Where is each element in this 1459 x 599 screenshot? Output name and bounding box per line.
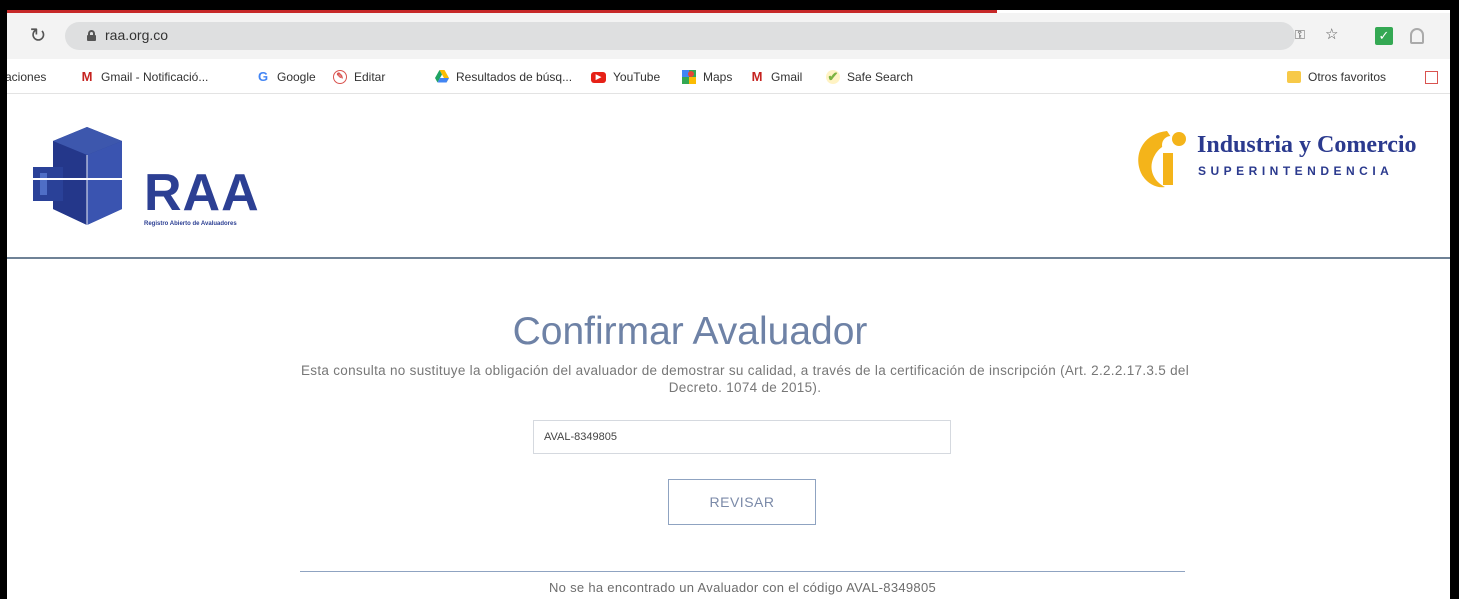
bookmark-youtube[interactable]: ▶ YouTube bbox=[591, 68, 660, 86]
extension-check-icon[interactable]: ✓ bbox=[1375, 27, 1393, 45]
bookmark-maps[interactable]: Maps bbox=[682, 68, 732, 86]
extension-icon[interactable] bbox=[1410, 28, 1424, 44]
browser-window: ↻ raa.org.co ⚿ ☆ ✓ aciones M Gmail - Not… bbox=[7, 10, 1450, 599]
bookmark-label: Gmail bbox=[771, 70, 803, 84]
gmail-icon: M bbox=[751, 69, 763, 84]
revisar-button[interactable]: REVISAR bbox=[668, 479, 816, 525]
bookmark-gmail[interactable]: M Gmail bbox=[750, 68, 803, 86]
bookmark-google[interactable]: G Google bbox=[256, 68, 316, 86]
bookmark-gmail-notificaciones[interactable]: M Gmail - Notificació... bbox=[80, 68, 209, 86]
bookmark-label: Editar bbox=[354, 70, 386, 84]
url-text[interactable]: raa.org.co bbox=[105, 27, 168, 43]
address-bar-row: ↻ raa.org.co ⚿ ☆ ✓ bbox=[7, 13, 1450, 59]
raa-logo[interactable]: RAA Registro Abierto de Avaluadores bbox=[27, 121, 287, 231]
maps-icon bbox=[682, 70, 696, 84]
bookmark-label: Maps bbox=[703, 70, 733, 84]
disclaimer-text: Esta consulta no sustituye la obligación… bbox=[300, 363, 1190, 395]
bookmark-aplicaciones[interactable]: aciones bbox=[7, 68, 46, 86]
bookmark-label: Resultados de búsq... bbox=[456, 70, 573, 84]
sic-subtitle: SUPERINTENDENCIA bbox=[1198, 164, 1394, 178]
result-message: No se ha encontrado un Avaluador con el … bbox=[548, 580, 937, 595]
safe-search-icon: ✔ bbox=[826, 69, 840, 84]
bookmark-label: Google bbox=[277, 70, 316, 84]
bookmark-label: YouTube bbox=[613, 70, 661, 84]
bookmark-resultados[interactable]: Resultados de búsq... bbox=[435, 68, 572, 86]
drive-icon bbox=[435, 70, 449, 84]
bookmark-label: Safe Search bbox=[847, 70, 914, 84]
gmail-icon: M bbox=[81, 69, 93, 84]
reload-icon[interactable]: ↻ bbox=[25, 23, 51, 49]
page-title: Confirmar Avaluador bbox=[512, 310, 868, 353]
star-icon[interactable]: ☆ bbox=[1325, 25, 1338, 45]
avaluador-code-input[interactable] bbox=[533, 420, 951, 454]
raa-logo-text: RAA bbox=[144, 164, 260, 222]
google-icon: G bbox=[257, 69, 269, 84]
omnibox[interactable]: raa.org.co bbox=[65, 22, 1295, 50]
site-header: RAA Registro Abierto de Avaluadores Indu… bbox=[7, 95, 1450, 259]
sic-mark-icon bbox=[1138, 131, 1186, 188]
youtube-icon: ▶ bbox=[591, 71, 606, 83]
bookmark-editar[interactable]: ✎ Editar bbox=[333, 68, 385, 86]
bookmarks-bar: aciones M Gmail - Notificació... G Googl… bbox=[7, 59, 1450, 94]
result-divider bbox=[300, 571, 1185, 572]
raa-cube-icon bbox=[33, 127, 122, 225]
bookmark-label: aciones bbox=[7, 70, 47, 84]
bookmark-safe-search[interactable]: ✔ Safe Search bbox=[826, 68, 913, 86]
bookmark-otros-favoritos[interactable]: Otros favoritos bbox=[1287, 68, 1386, 86]
sic-title: Industria y Comercio bbox=[1197, 132, 1417, 158]
bookmark-label: Otros favoritos bbox=[1308, 70, 1387, 84]
bookmark-label: Gmail - Notificació... bbox=[101, 70, 209, 84]
edit-icon: ✎ bbox=[333, 70, 347, 84]
raa-logo-subtitle: Registro Abierto de Avaluadores bbox=[144, 221, 237, 227]
reading-list-icon[interactable] bbox=[1425, 68, 1438, 86]
lock-icon[interactable] bbox=[87, 30, 96, 41]
folder-icon bbox=[1287, 71, 1301, 83]
key-icon[interactable]: ⚿ bbox=[1295, 25, 1305, 45]
